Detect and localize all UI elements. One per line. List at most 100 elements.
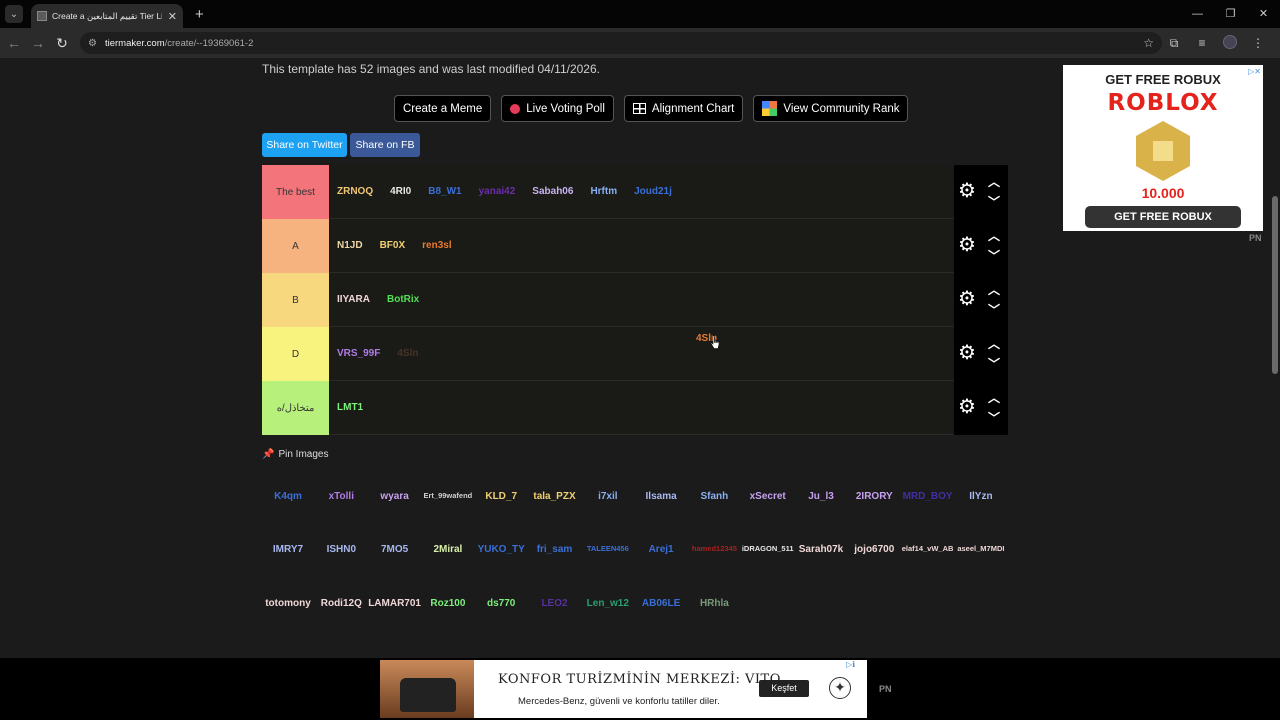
tier-item[interactable]: Sabah06: [532, 186, 573, 197]
tier-item[interactable]: BF0X: [380, 240, 406, 251]
close-tab-icon[interactable]: ✕: [168, 10, 177, 23]
bookmark-star-icon[interactable]: ☆: [1143, 36, 1154, 50]
pool-item[interactable]: xTolli: [329, 491, 354, 502]
pool-item[interactable]: TALEEN456: [587, 544, 629, 553]
tier-item[interactable]: Joud21j: [634, 186, 672, 197]
minimize-icon[interactable]: —: [1181, 0, 1214, 28]
pool-item[interactable]: Sarah07k: [799, 544, 843, 555]
tier-items[interactable]: ZRNOQ 4RI0 B8_W1 yanai42 Sabah06 Hrftm Joud21j: [329, 165, 954, 218]
pool-item[interactable]: aseel_M7MDI: [957, 544, 1004, 553]
pool-item[interactable]: LEO2: [541, 598, 567, 609]
pool-item[interactable]: Roz100: [430, 598, 465, 609]
get-robux-button[interactable]: GET FREE ROBUX: [1085, 206, 1241, 228]
live-voting-poll-button[interactable]: Live Voting Poll: [501, 95, 614, 122]
tier-item[interactable]: ren3sl: [422, 240, 451, 251]
gear-icon[interactable]: ⚙: [958, 397, 976, 417]
tab-search-icon[interactable]: ⌄: [5, 5, 23, 23]
pool-item[interactable]: AB06LE: [642, 598, 680, 609]
tier-item[interactable]: N1JD: [337, 240, 363, 251]
create-meme-button[interactable]: Create a Meme: [394, 95, 492, 122]
chevron-up-icon[interactable]: ︿: [988, 281, 1000, 298]
tier-item[interactable]: 4Sln: [397, 348, 418, 359]
scrollbar-thumb[interactable]: [1272, 196, 1278, 374]
forward-icon[interactable]: →: [26, 35, 50, 51]
media-control-icon[interactable]: ≡: [1188, 36, 1216, 50]
extensions-icon[interactable]: ⧉: [1160, 36, 1188, 51]
pool-item[interactable]: LAMAR701: [368, 598, 421, 609]
new-tab-icon[interactable]: +: [195, 6, 204, 23]
pool-item[interactable]: totomony: [265, 598, 311, 609]
chevron-up-icon[interactable]: ︿: [988, 389, 1000, 406]
pool-item[interactable]: MRD_BOY: [903, 491, 953, 502]
pool-item[interactable]: Ju_l3: [808, 491, 834, 502]
chevron-down-icon[interactable]: ﹀: [988, 247, 1000, 264]
tier-item[interactable]: B8_W1: [428, 186, 461, 197]
reload-icon[interactable]: ↻: [50, 35, 74, 52]
tier-label[interactable]: D: [262, 327, 329, 381]
pool-item[interactable]: IMRY7: [273, 544, 303, 555]
close-window-icon[interactable]: ✕: [1247, 0, 1280, 28]
pool-item[interactable]: elaf14_vW_AB: [902, 544, 954, 553]
chevron-down-icon[interactable]: ﹀: [988, 193, 1000, 210]
chevron-up-icon[interactable]: ︿: [988, 335, 1000, 352]
tier-items[interactable]: VRS_99F 4Sln: [329, 327, 954, 380]
pool-item[interactable]: wyara: [380, 491, 408, 502]
pool-item[interactable]: Ilsama: [646, 491, 677, 502]
kesfet-button[interactable]: Keşfet: [759, 680, 809, 697]
pool-item[interactable]: Arej1: [649, 544, 674, 555]
pool-item[interactable]: fri_sam: [537, 544, 573, 555]
pool-item[interactable]: tala_PZX: [533, 491, 575, 502]
pool-item[interactable]: KLD_7: [485, 491, 517, 502]
pool-item[interactable]: YUKO_TY: [478, 544, 525, 555]
chevron-up-icon[interactable]: ︿: [988, 173, 1000, 190]
browser-tab[interactable]: Create a تقييم المتابعين Tier List ✕: [31, 4, 183, 28]
gear-icon[interactable]: ⚙: [958, 235, 976, 255]
tier-item[interactable]: IIYARA: [337, 294, 370, 305]
pool-item[interactable]: 2Miral: [433, 544, 462, 555]
pin-images-toggle[interactable]: 📌 Pin Images: [262, 449, 328, 460]
pool-item[interactable]: jojo6700: [854, 544, 894, 555]
tier-item[interactable]: BotRix: [387, 294, 419, 305]
tier-item[interactable]: LMT1: [337, 402, 363, 413]
pool-item[interactable]: xSecret: [750, 491, 786, 502]
tier-item[interactable]: yanai42: [479, 186, 516, 197]
pool-item[interactable]: Len_w12: [587, 598, 629, 609]
site-info-icon[interactable]: ⚙: [88, 38, 97, 49]
pool-item[interactable]: K4qm: [274, 491, 302, 502]
tier-label[interactable]: B: [262, 273, 329, 327]
share-twitter-button[interactable]: Share on Twitter: [262, 133, 347, 157]
pool-item[interactable]: Ert_99wafend: [424, 491, 473, 500]
pool-item[interactable]: 2IRORY: [856, 491, 893, 502]
tier-item[interactable]: VRS_99F: [337, 348, 380, 359]
gear-icon[interactable]: ⚙: [958, 343, 976, 363]
share-fb-button[interactable]: Share on FB: [350, 133, 420, 157]
gear-icon[interactable]: ⚙: [958, 289, 976, 309]
tier-items[interactable]: IIYARA BotRix: [329, 273, 954, 326]
pool-item[interactable]: 7MO5: [381, 544, 408, 555]
pool-item[interactable]: IlYzn: [969, 491, 992, 502]
chevron-down-icon[interactable]: ﹀: [988, 301, 1000, 318]
mercedes-ad[interactable]: KONFOR TURİZMİNİN MERKEZİ: VITO Mercedes…: [0, 658, 1280, 720]
alignment-chart-button[interactable]: Alignment Chart: [623, 95, 744, 122]
adchoices-icon[interactable]: ▷ℹ: [844, 660, 858, 669]
page-scrollbar[interactable]: [1270, 116, 1280, 716]
pool-item[interactable]: ds770: [487, 598, 515, 609]
back-icon[interactable]: ←: [2, 35, 26, 51]
tier-items[interactable]: N1JD BF0X ren3sl: [329, 219, 954, 272]
profile-avatar[interactable]: [1216, 34, 1244, 52]
pool-item[interactable]: HRhla: [700, 598, 729, 609]
pool-item[interactable]: i7xil: [598, 491, 617, 502]
tier-label[interactable]: متخاذل/ه: [262, 381, 329, 435]
pool-item[interactable]: hamed12345: [692, 544, 737, 553]
pool-item[interactable]: Rodi12Q: [321, 598, 362, 609]
pool-item[interactable]: Sfanh: [701, 491, 729, 502]
pool-item[interactable]: ISHN0: [327, 544, 356, 555]
url-field[interactable]: ⚙ tiermaker.com/create/--19369061-2 ☆: [80, 32, 1162, 54]
restore-icon[interactable]: ❐: [1214, 0, 1247, 28]
chevron-up-icon[interactable]: ︿: [988, 227, 1000, 244]
menu-kebab-icon[interactable]: ⋮: [1244, 36, 1272, 50]
tier-item[interactable]: ZRNOQ: [337, 186, 373, 197]
chevron-down-icon[interactable]: ﹀: [988, 355, 1000, 372]
chevron-down-icon[interactable]: ﹀: [988, 409, 1000, 426]
tier-items[interactable]: LMT1: [329, 381, 954, 434]
